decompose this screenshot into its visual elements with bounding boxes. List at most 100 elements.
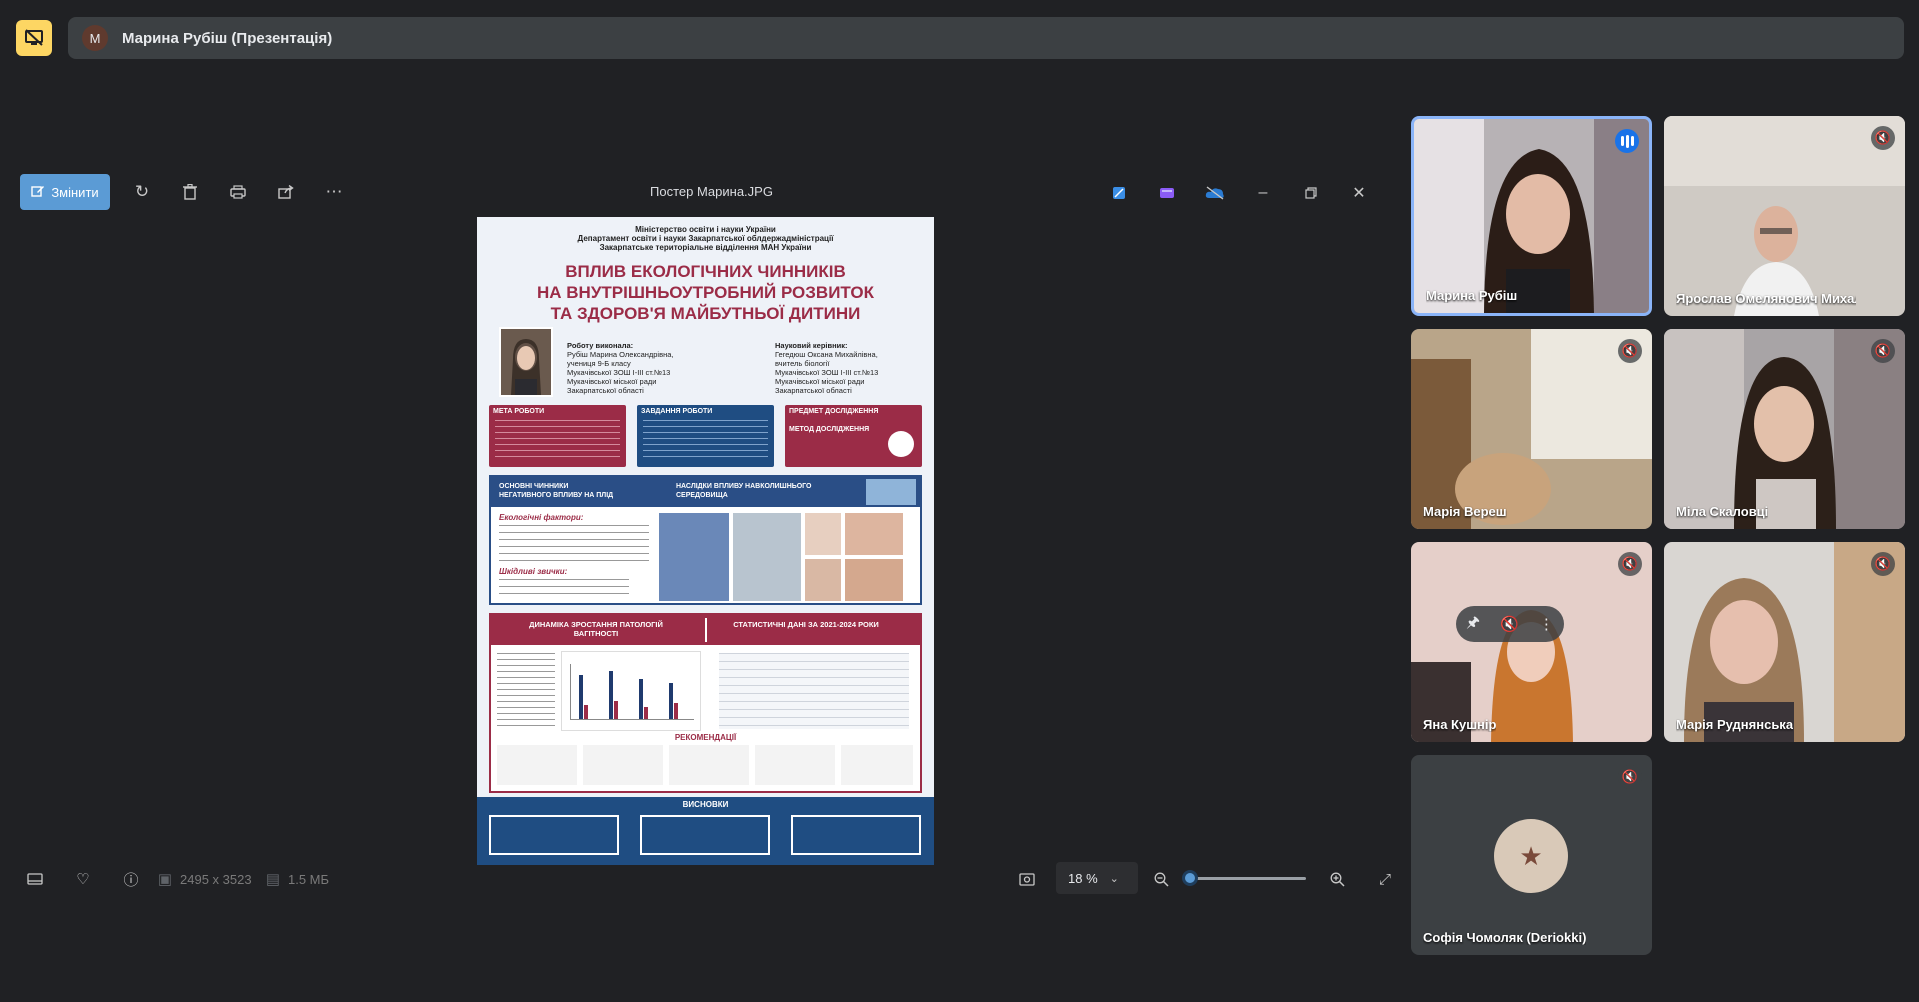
author-info-line: Рубіш Марина Олександрівна, — [567, 350, 674, 359]
restore-icon[interactable] — [1298, 180, 1324, 206]
mic-off-icon: 🔇 — [1618, 765, 1642, 789]
participant-name: Марина Рубіш — [1426, 288, 1518, 303]
edit-label: Змінити — [51, 184, 99, 200]
author-info-line: Закарпатської області — [567, 386, 644, 395]
eco-factors-list — [499, 525, 649, 561]
photo-viewer-window: Змінити ↻ ⋯ Постер Марина.JPG – ✕ Мініст… — [0, 166, 1400, 916]
poster-header-line: Закарпатське територіальне відділення МА… — [599, 243, 812, 252]
poster-title: ВПЛИВ ЕКОЛОГІЧНИХ ЧИННИКІВ НА ВНУТРІШНЬО… — [487, 261, 924, 324]
participant-video — [1414, 119, 1649, 313]
participant-tile[interactable]: 🔇 Марія Вереш — [1411, 329, 1652, 529]
mic-off-icon: 🔇 — [1871, 339, 1895, 363]
statistics-heading: СТАТИСТИЧНІ ДАНІ ЗА 2021-2024 РОКИ — [733, 620, 879, 629]
baby-photo — [866, 479, 916, 505]
supervisor-info-line: Науковий керівник: — [775, 341, 848, 350]
dynamics-section: ДИНАМІКА ЗРОСТАННЯ ПАТОЛОГІЙ ВАГІТНОСТІ … — [489, 613, 922, 793]
edit-button[interactable]: Змінити — [20, 174, 110, 210]
dynamics-heading: ДИНАМІКА ЗРОСТАННЯ ПАТОЛОГІЙ ВАГІТНОСТІ — [529, 620, 663, 638]
author-info: Роботу виконала: Рубіш Марина Олександрі… — [567, 341, 673, 395]
zoom-in-icon[interactable] — [1326, 868, 1348, 890]
fullscreen-icon[interactable]: ⤢ — [1374, 868, 1396, 890]
bad-habits-label: Шкідливі звички: — [499, 567, 568, 576]
photo-editor-icon[interactable] — [1106, 180, 1132, 206]
minimize-icon[interactable]: – — [1250, 180, 1276, 206]
recommendations-list — [497, 745, 913, 785]
baby-photo-1 — [805, 513, 841, 555]
participant-tile[interactable]: 🔇 Марія Руднянська — [1664, 542, 1905, 742]
author-info-line: Мукачівської міської ради — [567, 377, 657, 386]
baby-photo-2 — [845, 513, 903, 555]
factors-heading: ОСНОВНІ ЧИННИКИ НЕГАТИВНОГО ВПЛИВУ НА ПЛ… — [499, 483, 614, 499]
viewer-toolbar: Змінити ↻ ⋯ Постер Марина.JPG – ✕ — [20, 174, 1400, 214]
participant-video — [1411, 542, 1652, 742]
zoom-dropdown[interactable]: 18 % ⌄ — [1056, 862, 1138, 894]
rotate-icon[interactable]: ↻ — [128, 178, 156, 206]
onedrive-icon[interactable] — [1202, 180, 1228, 206]
participant-tile[interactable]: ★ 🔇 Софія Чомоляк (Deriokki) — [1411, 755, 1652, 955]
participant-name: Марія Вереш — [1423, 504, 1507, 519]
participant-video — [1411, 329, 1652, 529]
participant-tile[interactable]: 🔇 🖈 🔇 ⋮ Яна Кушнір — [1411, 542, 1652, 742]
zoom-slider-thumb[interactable] — [1182, 870, 1199, 886]
more-options-icon[interactable]: ⋯ — [320, 178, 348, 206]
presentation-title-bar: M Марина Рубіш (Презентація) — [68, 17, 1904, 59]
conclusions-section: ВИСНОВКИ — [477, 797, 934, 865]
subject-box-heading: ПРЕДМЕТ ДОСЛІДЖЕННЯ — [789, 408, 879, 415]
author-info-line: Роботу виконала: — [567, 341, 634, 350]
poster-image: Міністерство освіти і науки України Депа… — [477, 217, 934, 865]
print-icon[interactable] — [224, 178, 252, 206]
speaking-indicator-icon — [1615, 129, 1639, 153]
participant-name: Марія Руднянська — [1676, 717, 1794, 732]
close-icon[interactable]: ✕ — [1346, 180, 1372, 206]
zoom-value: 18 % — [1068, 870, 1098, 886]
eco-factors-label: Екологічні фактори: — [499, 513, 584, 522]
zoom-out-icon[interactable] — [1150, 868, 1172, 890]
pin-icon[interactable]: 🖈 — [1466, 612, 1480, 637]
consequences-heading: НАСЛІДКИ ВПЛИВУ НАВКОЛИШНЬОГО СЕРЕДОВИЩА — [676, 483, 812, 499]
participant-avatar: ★ — [1494, 819, 1568, 893]
supervisor-info: Науковий керівник: Гегедюш Оксана Михайл… — [775, 341, 878, 395]
participant-tile[interactable]: 🔇 Ярослав Омелянович Михал... — [1664, 116, 1905, 316]
image-filename: Постер Марина.JPG — [650, 184, 773, 199]
participant-name: Ярослав Омелянович Михал... — [1676, 291, 1856, 306]
image-dimensions: 2495 x 3523 — [180, 872, 252, 887]
dynamics-section-header: ДИНАМІКА ЗРОСТАННЯ ПАТОЛОГІЙ ВАГІТНОСТІ … — [491, 615, 920, 645]
tasks-box-heading: ЗАВДАННЯ РОБОТИ — [641, 408, 713, 415]
presentation-title: Марина Рубіш (Презентація) — [122, 29, 333, 47]
info-icon[interactable]: ⓘ — [120, 868, 142, 890]
image-file-size: 1.5 МБ — [288, 872, 330, 887]
man-logo — [888, 431, 914, 457]
zoom-slider-track[interactable] — [1184, 877, 1306, 880]
chevron-down-icon: ⌄ — [1109, 872, 1119, 885]
participant-video — [1664, 116, 1905, 316]
screen-share-off-icon[interactable] — [16, 20, 52, 56]
supervisor-info-line: Гегедюш Оксана Михайлівна, — [775, 350, 878, 359]
baby-photo-3 — [805, 559, 841, 601]
more-vert-icon[interactable]: ⋮ — [1539, 615, 1554, 633]
delete-icon[interactable] — [176, 178, 204, 206]
goal-box: МЕТА РОБОТИ — [489, 405, 626, 467]
conclusion-1 — [489, 815, 619, 855]
screenshot-icon[interactable] — [1016, 868, 1038, 890]
clipchamp-icon[interactable] — [1154, 180, 1180, 206]
participant-name: Софія Чомоляк (Deriokki) — [1423, 930, 1587, 945]
mic-off-icon: 🔇 — [1871, 126, 1895, 150]
share-icon[interactable] — [272, 178, 300, 206]
pathology-chart — [561, 651, 701, 731]
mic-off-icon: 🔇 — [1871, 552, 1895, 576]
supervisor-info-line: Закарпатської області — [775, 386, 852, 395]
participant-tile[interactable]: Марина Рубіш — [1411, 116, 1652, 316]
goal-box-heading: МЕТА РОБОТИ — [493, 408, 545, 415]
favorite-icon[interactable]: ♡ — [72, 868, 94, 890]
dimensions-icon: ▣ — [157, 871, 173, 888]
edit-icon — [31, 184, 45, 201]
filmstrip-icon[interactable] — [24, 868, 46, 890]
author-info-line: учениця 9-Б класу — [567, 359, 631, 368]
hospital-photo — [659, 513, 729, 601]
statistics-table — [719, 653, 909, 729]
author-photo — [499, 327, 553, 397]
participant-tile[interactable]: 🔇 Міла Скаловці — [1664, 329, 1905, 529]
mic-off-icon: 🔇 — [1618, 552, 1642, 576]
file-size-icon: ▤ — [265, 871, 281, 888]
mute-participant-icon[interactable]: 🔇 — [1500, 615, 1519, 633]
